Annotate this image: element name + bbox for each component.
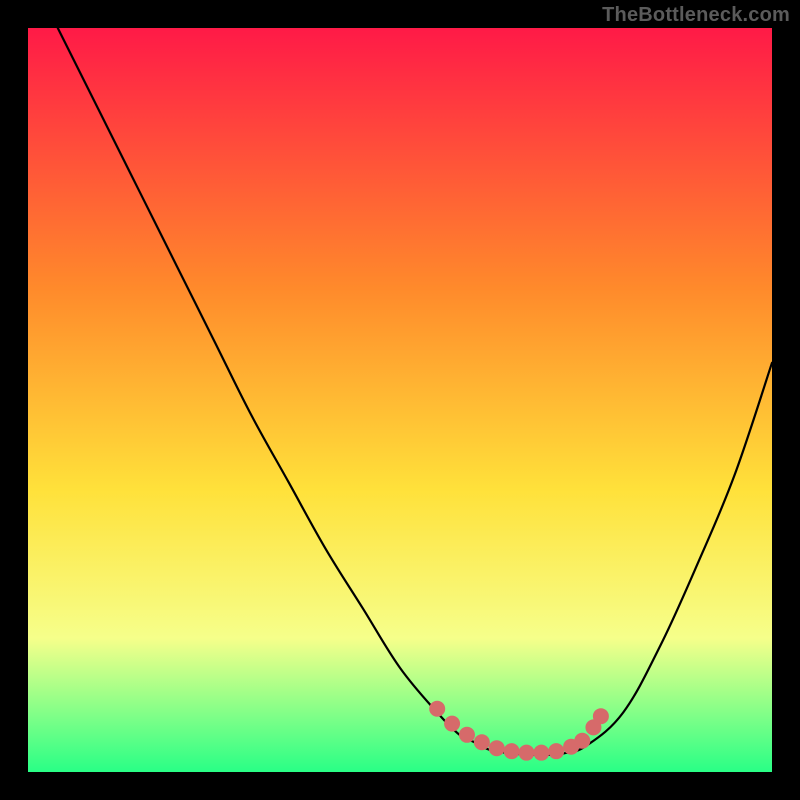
attribution-label: TheBottleneck.com (602, 4, 790, 27)
optimum-marker (593, 708, 609, 724)
optimum-marker (459, 727, 475, 743)
chart-frame: TheBottleneck.com (0, 0, 800, 800)
optimum-marker (548, 743, 564, 759)
optimum-marker (574, 733, 590, 749)
optimum-marker (489, 740, 505, 756)
gradient-background (28, 28, 772, 772)
optimum-marker (474, 734, 490, 750)
chart-svg (28, 28, 772, 772)
optimum-marker (429, 701, 445, 717)
optimum-marker (518, 745, 534, 761)
optimum-marker (504, 743, 520, 759)
optimum-marker (444, 716, 460, 732)
plot-area (28, 28, 772, 772)
optimum-marker (533, 745, 549, 761)
